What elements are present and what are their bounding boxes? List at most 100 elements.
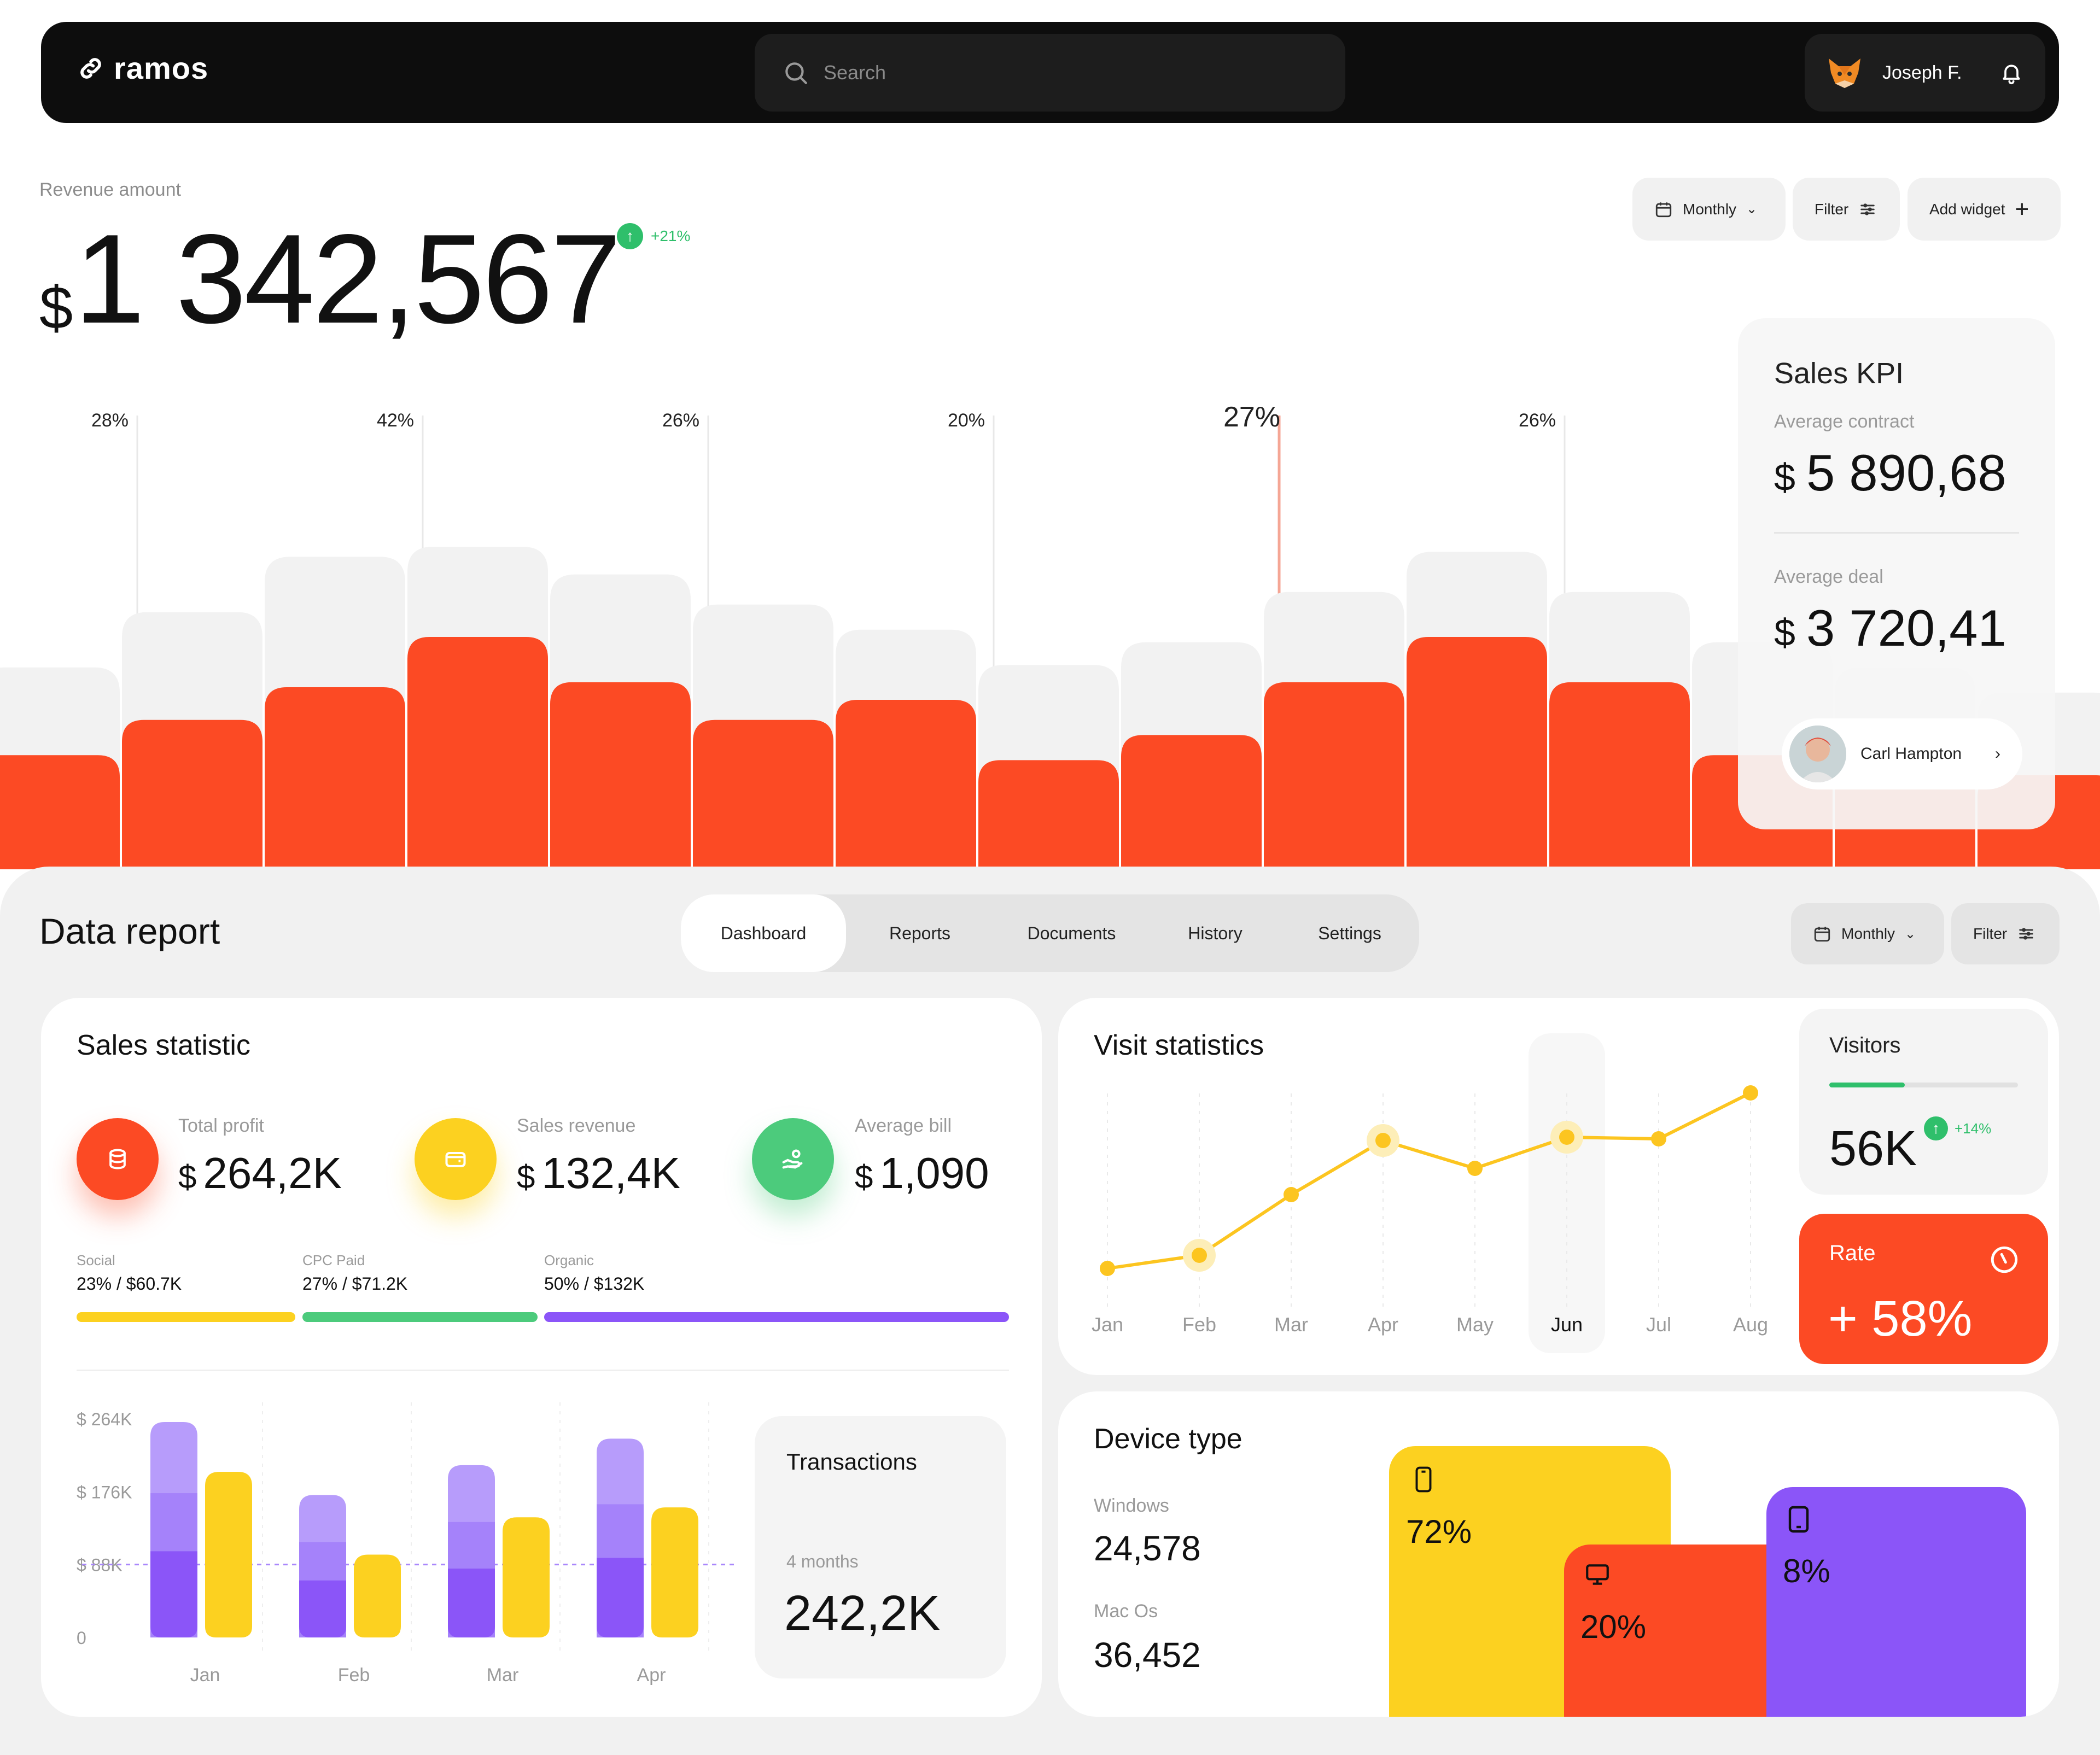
revenue-bar	[978, 760, 1119, 869]
logo[interactable]: ramos	[77, 50, 208, 86]
visit-point	[1559, 1130, 1574, 1145]
revenue-percent-label: 26%	[662, 410, 699, 431]
tab-settings[interactable]: Settings	[1281, 894, 1419, 972]
monthly-label: Monthly	[1683, 200, 1737, 218]
channel-cpc-bar	[302, 1312, 538, 1322]
user-menu[interactable]: Joseph F.	[1805, 34, 2045, 112]
contract-label: Average contract	[1774, 411, 1915, 432]
wallet-icon	[445, 1151, 466, 1167]
visitors-label: Visitors	[1829, 1033, 1901, 1057]
calendar-icon	[1655, 202, 1672, 217]
fox-avatar-icon	[1829, 58, 1860, 88]
sliders-icon	[2019, 928, 2033, 940]
gauge-icon	[1991, 1246, 2018, 1273]
deal-currency: $	[1774, 611, 1795, 654]
revenue-percent-label: 26%	[1519, 410, 1556, 431]
visit-point	[1192, 1248, 1207, 1263]
average-bill-value: $1,090	[855, 1148, 989, 1198]
sales-revenue-amount: 132,4K	[541, 1149, 680, 1197]
bell-icon[interactable]	[1999, 61, 2023, 85]
visit-point	[1284, 1187, 1299, 1202]
sales-revenue-label: Sales revenue	[517, 1115, 636, 1136]
kpi-person-link[interactable]: Carl Hampton ›	[1782, 718, 2022, 789]
profit-currency: $	[178, 1159, 197, 1195]
revenue-percent-label: 27%	[1223, 405, 1280, 433]
channel-social-bar	[77, 1312, 295, 1322]
profit-icon-circle	[77, 1118, 159, 1200]
average-bill-currency: $	[855, 1159, 873, 1195]
sales-bar-yellow	[651, 1507, 698, 1637]
sales-bar-yellow	[205, 1471, 252, 1637]
month-label: Feb	[338, 1665, 370, 1686]
sales-bar-purple-base	[448, 1568, 495, 1637]
bill-icon-circle	[752, 1118, 834, 1200]
visit-month-label: Jan	[1092, 1313, 1123, 1336]
revenue-bar	[550, 682, 691, 869]
revenue-change-value: +21%	[651, 227, 691, 244]
chevron-down-icon: ⌄	[1905, 926, 1916, 941]
revenue-amount: 1 342,567	[74, 208, 621, 350]
revenue-bar	[407, 637, 548, 869]
y-tick-label: $ 264K	[77, 1409, 132, 1429]
visit-month-label: Feb	[1182, 1313, 1216, 1336]
visit-month-label: May	[1456, 1313, 1494, 1336]
sales-revenue-value: $132,4K	[517, 1148, 680, 1198]
rate-value: + 58%	[1828, 1291, 1973, 1347]
report-monthly-select[interactable]: Monthly ⌄	[1791, 903, 1944, 964]
transactions-period: 4 months	[786, 1552, 859, 1571]
sliders-icon	[1860, 203, 1875, 215]
visit-point	[1375, 1133, 1391, 1148]
y-tick-label: 0	[77, 1628, 86, 1648]
visit-month-label: Jun	[1551, 1313, 1583, 1336]
revenue-bar	[693, 719, 833, 869]
revenue-percent-label: 42%	[377, 410, 414, 431]
filter-button[interactable]: Filter	[1793, 178, 1900, 241]
month-label: Apr	[637, 1665, 666, 1686]
visitors-progress-track	[1829, 1083, 2018, 1087]
visit-month-label: Apr	[1368, 1313, 1398, 1336]
profit-amount: 264,2K	[203, 1149, 342, 1197]
visit-month-label: Mar	[1274, 1313, 1308, 1336]
user-name: Joseph F.	[1882, 62, 1962, 83]
deal-value: $3 720,41	[1774, 599, 2019, 658]
y-tick-label: $ 176K	[77, 1482, 132, 1502]
monthly-sales-chart: $ 264K$ 176K$ 88K0Jan Feb Mar Apr	[77, 1402, 738, 1686]
report-tabs: Dashboard Reports Documents History Sett…	[681, 894, 1419, 972]
visit-month-label: Aug	[1733, 1313, 1768, 1336]
visitors-change-value: +14%	[1955, 1120, 1992, 1137]
visit-month-label: Jul	[1646, 1313, 1671, 1336]
month-label: Jan	[190, 1665, 220, 1686]
month-label: Mar	[487, 1665, 519, 1686]
windows-label: Windows	[1094, 1495, 1169, 1516]
tab-dashboard[interactable]: Dashboard	[681, 894, 846, 972]
search-box[interactable]	[755, 34, 1345, 112]
revenue-bar	[265, 687, 405, 869]
mac-value: 36,452	[1094, 1635, 1201, 1675]
person-avatar	[1789, 726, 1846, 782]
sales-divider	[77, 1370, 1009, 1371]
sales-bar-yellow	[354, 1554, 401, 1637]
visit-point	[1651, 1131, 1666, 1146]
logo-text: ramos	[114, 51, 209, 85]
search-input[interactable]	[824, 61, 1261, 84]
arrow-up-icon: ↑	[617, 223, 643, 249]
device-desktop-percent: 20%	[1580, 1608, 1647, 1645]
revenue-label: Revenue amount	[39, 179, 181, 200]
mac-label: Mac Os	[1094, 1601, 1158, 1622]
channel-organic-value: 50% / $132K	[544, 1274, 645, 1294]
sales-bar-purple-base	[597, 1558, 644, 1637]
monthly-select[interactable]: Monthly ⌄	[1632, 178, 1786, 241]
report-filter-button[interactable]: Filter	[1951, 903, 2060, 964]
contract-amount: 5 890,68	[1806, 444, 2006, 501]
sales-bar-yellow	[503, 1517, 550, 1637]
chevron-down-icon: ⌄	[1746, 202, 1758, 217]
device-mobile-percent: 72%	[1406, 1513, 1472, 1550]
channel-social-value: 23% / $60.7K	[77, 1274, 182, 1294]
tab-documents[interactable]: Documents	[994, 894, 1150, 972]
deal-label: Average deal	[1774, 566, 1883, 587]
kpi-title: Sales KPI	[1774, 357, 1904, 390]
revenue-icon-circle	[415, 1118, 497, 1200]
add-widget-button[interactable]: Add widget +	[1908, 178, 2061, 241]
tab-reports[interactable]: Reports	[846, 894, 994, 972]
tab-history[interactable]: History	[1150, 894, 1281, 972]
